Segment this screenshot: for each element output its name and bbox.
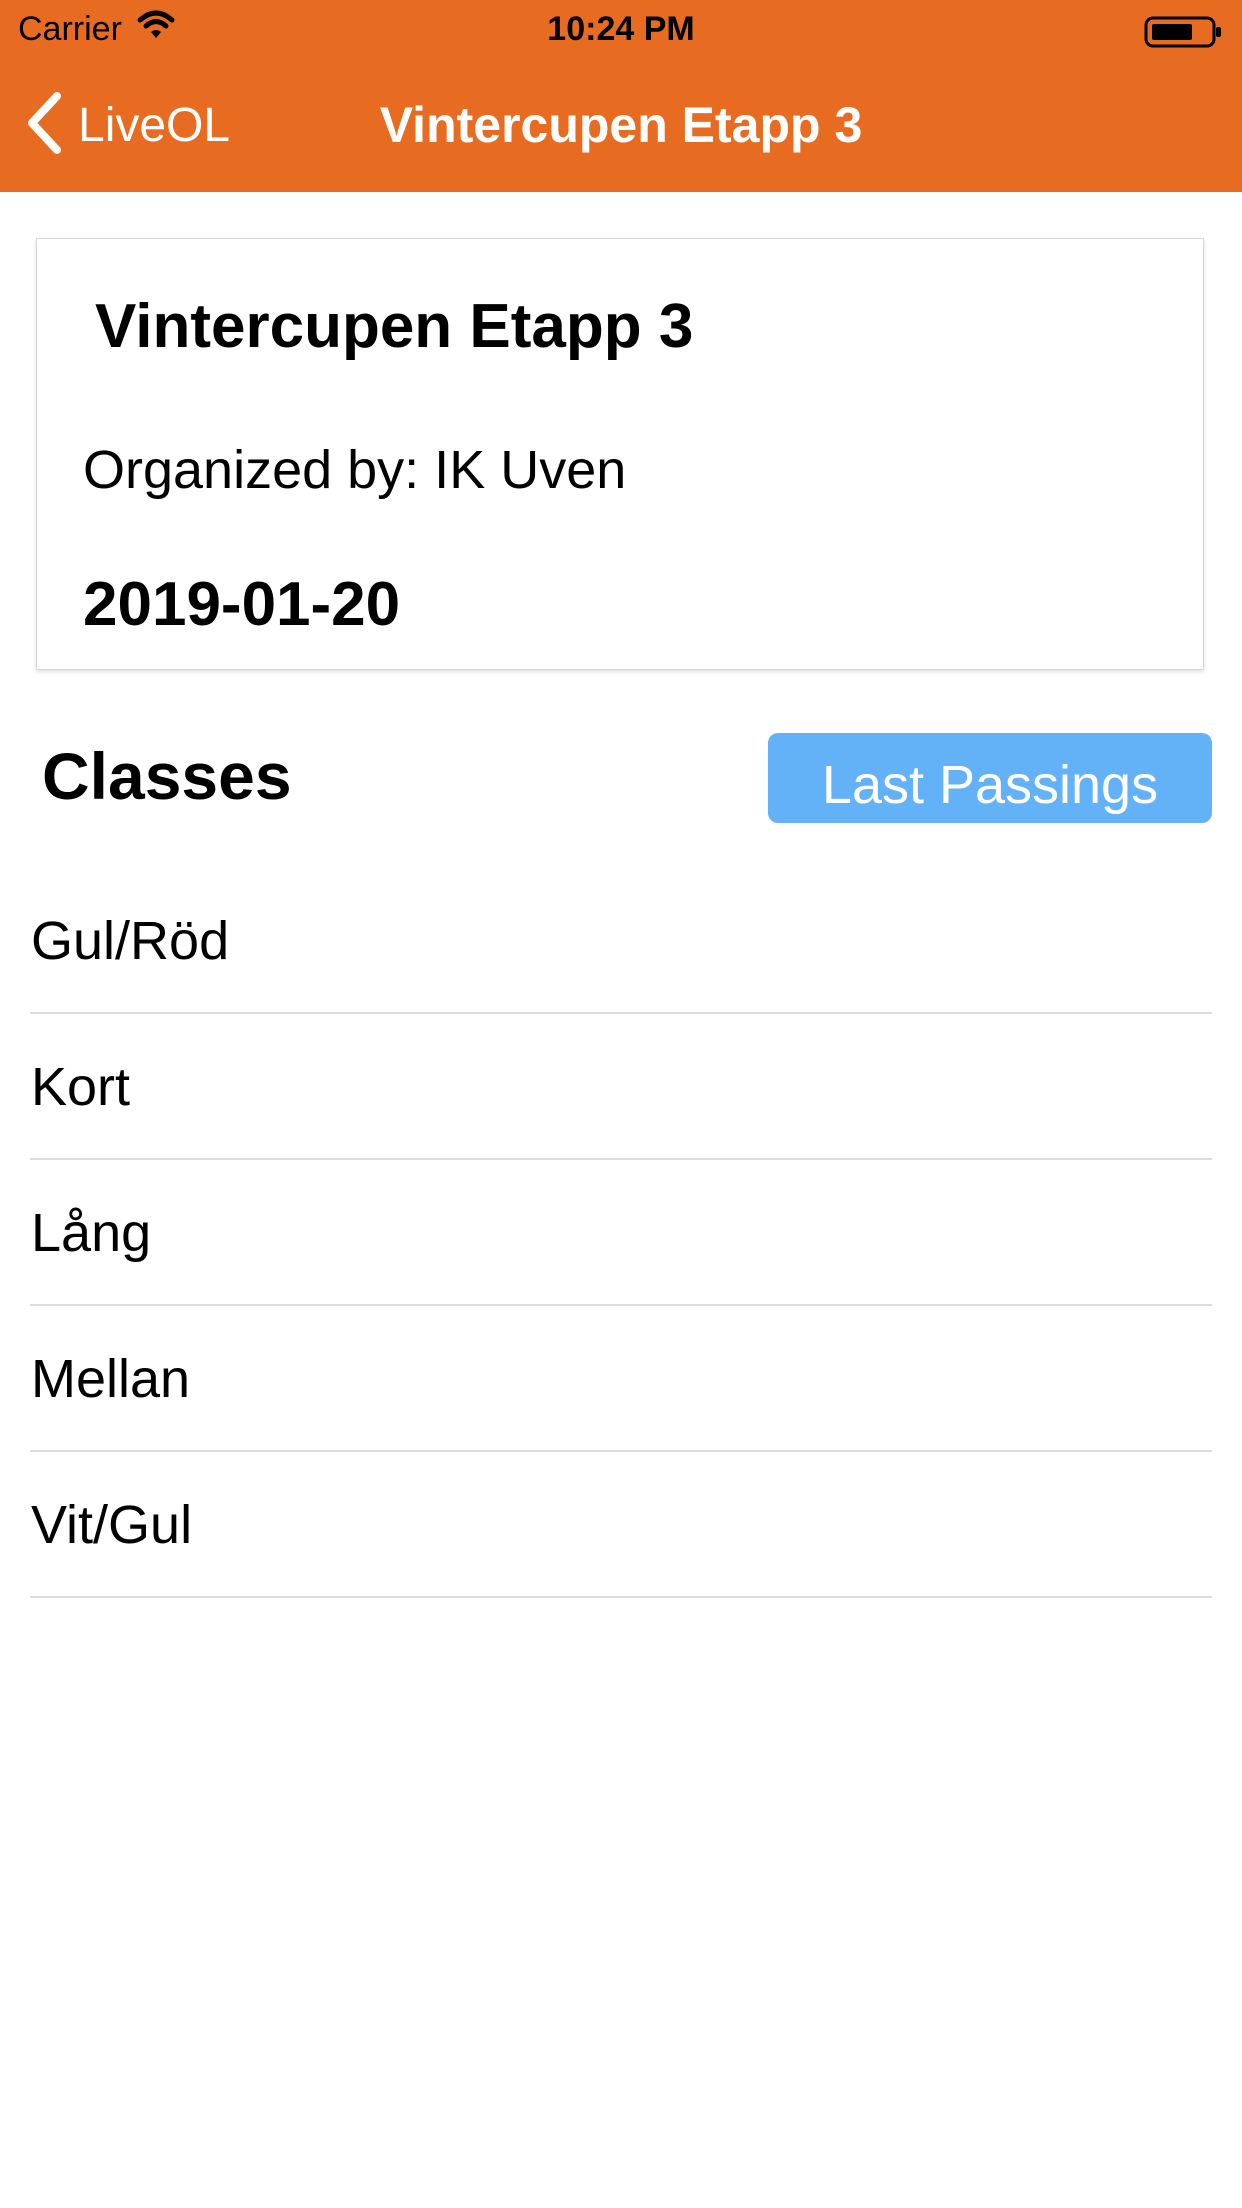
app-header: Carrier 10:24 PM LiveOL Vintercupen Etap… <box>0 0 1242 192</box>
navigation-bar: LiveOL Vintercupen Etapp 3 <box>0 60 1242 192</box>
battery-icon <box>1144 16 1224 48</box>
class-list-item[interactable]: Mellan <box>30 1306 1212 1452</box>
status-time: 10:24 PM <box>547 10 695 48</box>
class-list: Gul/Röd Kort Lång Mellan Vit/Gul <box>30 868 1212 1598</box>
event-info-card: Vintercupen Etapp 3 Organized by: IK Uve… <box>36 238 1204 670</box>
event-organizer: Organized by: IK Uven <box>83 440 627 500</box>
class-list-item[interactable]: Gul/Röd <box>30 868 1212 1014</box>
nav-title: Vintercupen Etapp 3 <box>379 97 863 153</box>
last-passings-button[interactable]: Last Passings <box>768 733 1212 823</box>
class-list-item[interactable]: Vit/Gul <box>30 1452 1212 1598</box>
event-name: Vintercupen Etapp 3 <box>95 292 694 361</box>
class-list-item[interactable]: Kort <box>30 1014 1212 1160</box>
classes-heading: Classes <box>42 739 292 813</box>
class-list-item[interactable]: Lång <box>30 1160 1212 1306</box>
event-date: 2019-01-20 <box>83 570 401 639</box>
status-bar: Carrier 10:24 PM <box>0 0 1242 60</box>
